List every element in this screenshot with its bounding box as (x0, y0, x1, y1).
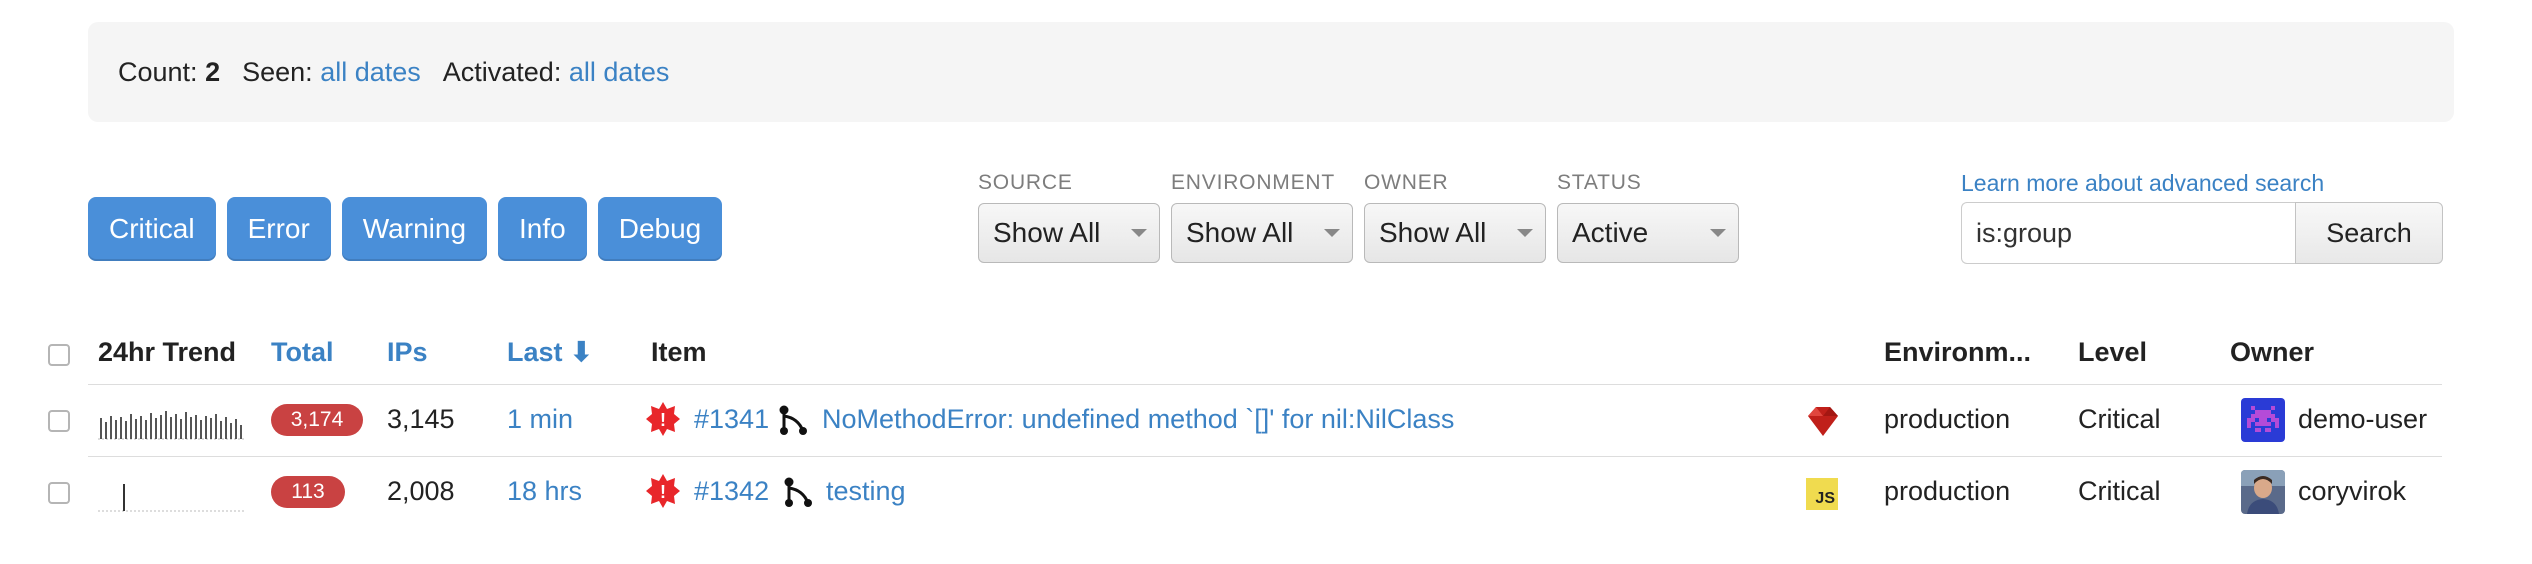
owner-name: demo-user (2298, 404, 2428, 434)
environment-filter: ENVIRONMENT Show All (1171, 171, 1353, 263)
seen-summary: Seen: all dates (242, 57, 421, 88)
row-divider (88, 456, 2442, 457)
ips-count: 2,008 (387, 476, 455, 506)
seen-dates-link[interactable]: all dates (320, 57, 421, 87)
header-level: Level (2078, 337, 2148, 367)
level-debug-button[interactable]: Debug (597, 197, 723, 261)
source-select[interactable]: Show All (978, 203, 1160, 263)
total-badge: 3,174 (271, 404, 363, 436)
environment-select[interactable]: Show All (1171, 203, 1353, 263)
level-filter-buttons: Critical Error Warning Info Debug (88, 197, 723, 261)
owner-select-value: Show All (1379, 217, 1487, 248)
owner-name: coryvirok (2298, 476, 2407, 506)
branch-icon (779, 405, 807, 435)
header-owner: Owner (2230, 337, 2315, 367)
chevron-down-icon (1710, 229, 1726, 237)
count-label: Count: (118, 56, 198, 87)
activated-label: Activated: (442, 56, 562, 87)
row-checkbox[interactable] (48, 410, 70, 432)
level-error-button[interactable]: Error (226, 197, 331, 261)
status-select-value: Active (1572, 217, 1649, 248)
activated-summary: Activated: all dates (443, 57, 670, 88)
total-badge: 113 (271, 476, 345, 508)
level-value: Critical (2078, 476, 2161, 506)
ruby-icon (1808, 407, 1838, 436)
header-environment: Environm... (1884, 337, 2032, 367)
source-filter: SOURCE Show All (978, 171, 1160, 263)
trend-sparkline (98, 484, 244, 512)
owner-filter-label: OWNER (1364, 171, 1449, 194)
photo-avatar (2241, 470, 2285, 514)
svg-text:!: ! (660, 482, 666, 502)
ips-count: 3,145 (387, 404, 455, 434)
activated-dates-link[interactable]: all dates (569, 57, 670, 87)
header-last[interactable]: Last ⬇ (507, 337, 593, 368)
level-critical-button[interactable]: Critical (88, 197, 216, 261)
seen-label: Seen: (242, 56, 313, 87)
header-ips[interactable]: IPs (387, 337, 428, 368)
advanced-search-link[interactable]: Learn more about advanced search (1961, 170, 2324, 197)
header-total[interactable]: Total (271, 337, 334, 368)
critical-level-icon: ! (646, 402, 680, 436)
search-button[interactable]: Search (2295, 202, 2443, 264)
count-value: 2 (205, 56, 221, 87)
summary-bar: Count: 2 Seen: all dates Activated: all … (88, 22, 2454, 122)
owner-select[interactable]: Show All (1364, 203, 1546, 263)
level-value: Critical (2078, 404, 2161, 434)
row-checkbox[interactable] (48, 482, 70, 504)
status-select[interactable]: Active (1557, 203, 1739, 263)
status-filter: STATUS Active (1557, 171, 1739, 263)
item-id-link[interactable]: #1342 (694, 476, 769, 507)
header-item: Item (651, 337, 707, 367)
space-invader-avatar (2241, 398, 2285, 442)
trend-sparkline (98, 411, 244, 440)
javascript-icon: JS (1806, 478, 1838, 510)
environment-value: production (1884, 404, 2011, 434)
chevron-down-icon (1517, 229, 1533, 237)
level-warning-button[interactable]: Warning (341, 197, 488, 261)
svg-text:!: ! (660, 410, 666, 430)
environment-value: production (1884, 476, 2011, 506)
last-seen-link[interactable]: 1 min (507, 404, 573, 435)
source-select-value: Show All (993, 217, 1101, 248)
owner-filter: OWNER Show All (1364, 171, 1546, 263)
environment-filter-label: ENVIRONMENT (1171, 171, 1335, 194)
environment-select-value: Show All (1186, 217, 1294, 248)
branch-icon (784, 477, 812, 507)
search-input[interactable] (1961, 202, 2295, 264)
chevron-down-icon (1131, 229, 1147, 237)
item-title-link[interactable]: NoMethodError: undefined method `[]' for… (822, 404, 1454, 435)
item-title-link[interactable]: testing (826, 476, 906, 507)
status-filter-label: STATUS (1557, 171, 1642, 194)
count-summary: Count: 2 (118, 57, 220, 88)
critical-level-icon: ! (646, 474, 680, 508)
source-filter-label: SOURCE (978, 171, 1073, 194)
table-header-divider (88, 384, 2442, 385)
chevron-down-icon (1324, 229, 1340, 237)
item-id-link[interactable]: #1341 (694, 404, 769, 435)
select-all-checkbox[interactable] (48, 344, 70, 366)
level-info-button[interactable]: Info (498, 197, 587, 261)
last-seen-link[interactable]: 18 hrs (507, 476, 582, 507)
header-trend: 24hr Trend (98, 337, 237, 367)
